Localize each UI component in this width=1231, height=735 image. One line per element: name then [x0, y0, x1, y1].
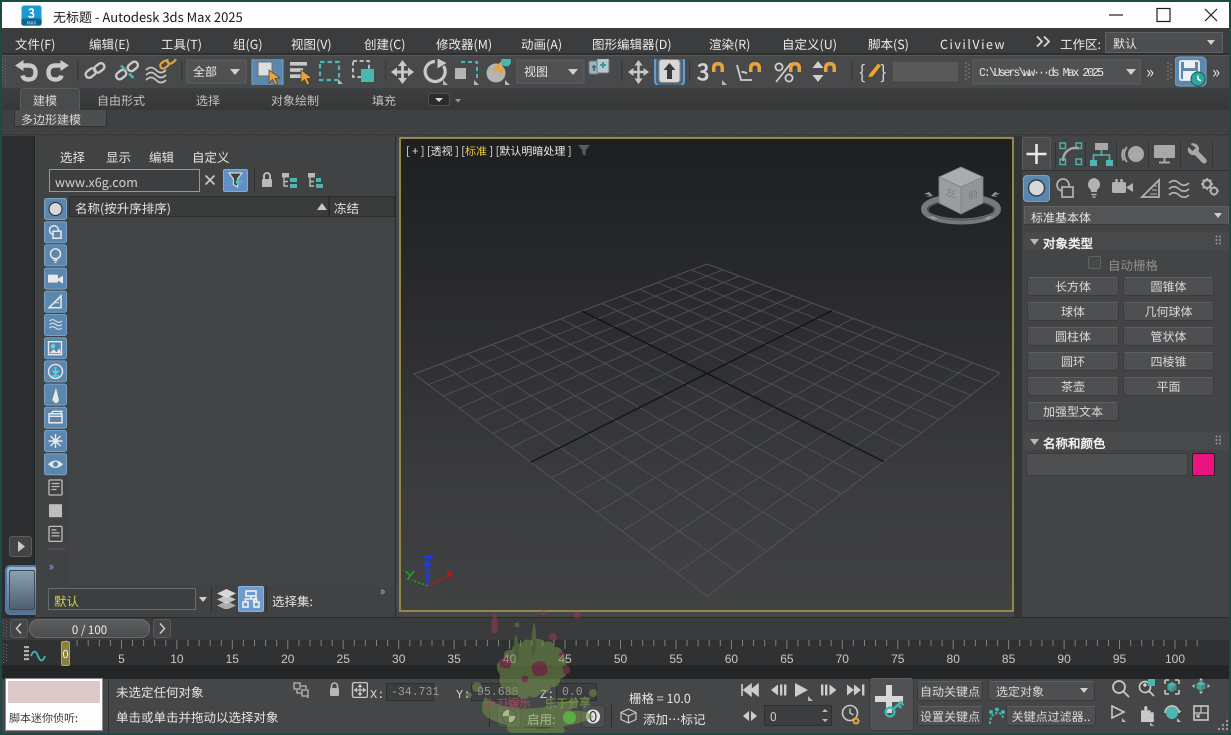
svg-text:35: 35	[447, 652, 461, 666]
svg-text:前: 前	[968, 185, 978, 202]
svg-text:90: 90	[1057, 652, 1071, 666]
svg-text:10: 10	[170, 652, 184, 666]
svg-text:95: 95	[1113, 652, 1127, 666]
svg-text:50: 50	[614, 652, 628, 666]
svg-text:75: 75	[891, 652, 905, 666]
svg-text:MAX: MAX	[27, 20, 37, 26]
svg-text:»: »	[1212, 58, 1220, 83]
svg-text:40: 40	[503, 652, 517, 666]
svg-text:55: 55	[669, 652, 683, 666]
svg-text:3: 3	[28, 5, 35, 22]
svg-text:20: 20	[281, 652, 295, 666]
svg-text:15: 15	[226, 652, 240, 666]
svg-text:{: {	[859, 59, 865, 85]
svg-text:85: 85	[1002, 652, 1016, 666]
svg-text:»: »	[1146, 59, 1154, 83]
svg-text:视图: 视图	[524, 63, 548, 80]
svg-text:80: 80	[947, 652, 961, 666]
svg-text:3: 3	[697, 59, 709, 85]
svg-text:60: 60	[725, 652, 739, 666]
svg-text:45: 45	[558, 652, 572, 666]
svg-text:全部: 全部	[193, 63, 217, 80]
svg-text:100: 100	[1165, 652, 1185, 666]
svg-text:25: 25	[337, 652, 351, 666]
svg-text:}: }	[880, 59, 886, 85]
svg-text:»: »	[49, 558, 54, 573]
svg-text:30: 30	[392, 652, 406, 666]
svg-text:65: 65	[780, 652, 794, 666]
svg-text:70: 70	[836, 652, 850, 666]
svg-text:左: 左	[946, 183, 956, 200]
svg-text:C:\Users\ww···ds Max 2025: C:\Users\ww···ds Max 2025	[979, 67, 1104, 80]
svg-text:5: 5	[118, 652, 125, 666]
